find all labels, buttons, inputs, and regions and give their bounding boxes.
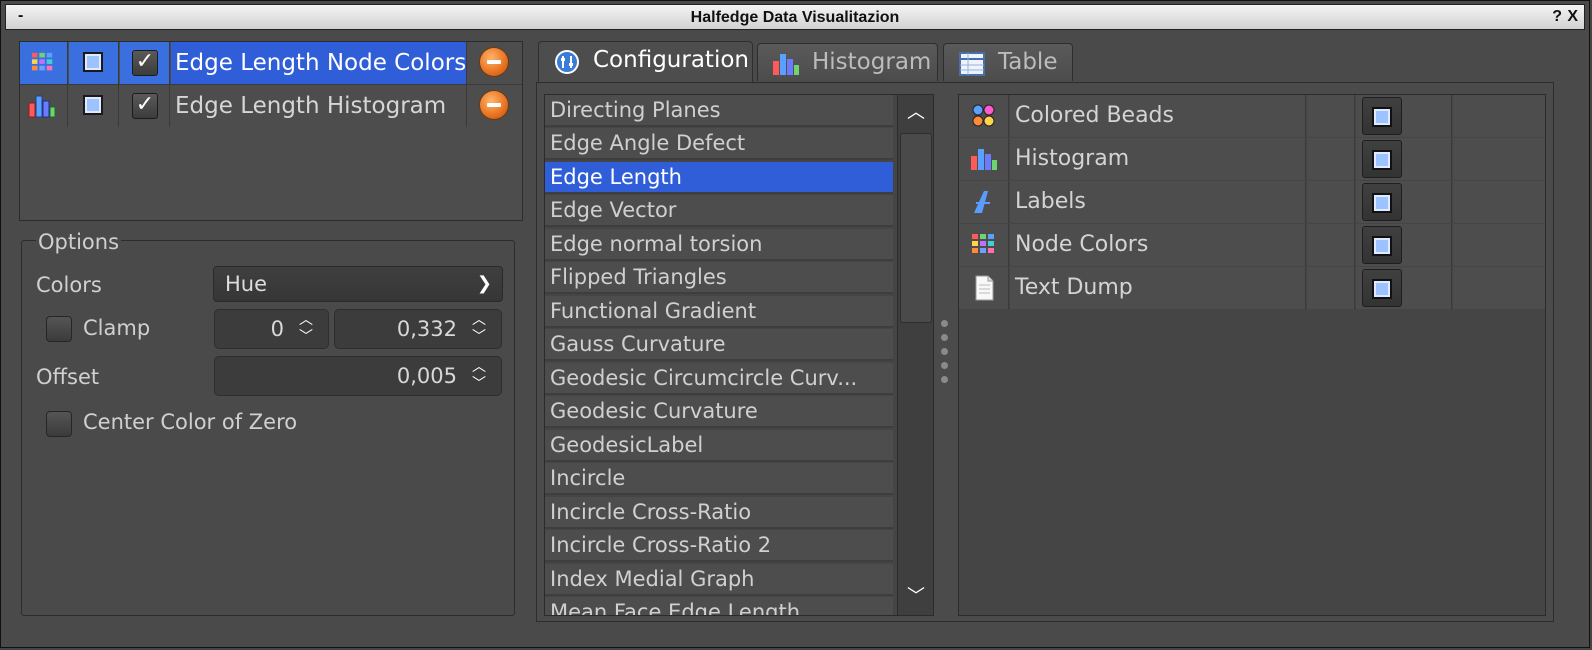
adapter-list-scrollbar[interactable]: ︿ ﹀ bbox=[897, 95, 933, 615]
offset-spinner[interactable]: 0,005 ︿ ﹀ bbox=[214, 356, 502, 396]
layer-visibility-toggle[interactable] bbox=[69, 85, 119, 127]
layer-enabled-checkbox[interactable]: ✓ bbox=[132, 93, 158, 119]
clamp-max-spinner[interactable]: 0,332 ︿ ﹀ bbox=[334, 309, 502, 349]
labels-icon bbox=[974, 191, 990, 213]
visualizer-name: Text Dump bbox=[1010, 267, 1306, 309]
list-item[interactable]: Incircle Cross-Ratio bbox=[545, 497, 893, 529]
visualizer-name: Histogram bbox=[1010, 138, 1306, 180]
table-row[interactable]: Text Dump bbox=[959, 267, 1545, 309]
add-visualizer-button[interactable] bbox=[1362, 269, 1402, 307]
histogram-icon bbox=[971, 149, 997, 170]
list-item[interactable]: Directing Planes bbox=[545, 95, 893, 127]
split-pane-handle[interactable] bbox=[940, 320, 950, 390]
list-item[interactable]: Index Medial Graph bbox=[545, 564, 893, 596]
clamp-checkbox[interactable] bbox=[46, 316, 72, 342]
toggle-square-icon bbox=[83, 52, 103, 72]
layer-visibility-toggle[interactable] bbox=[69, 42, 119, 84]
layer-name[interactable]: Edge Length Histogram bbox=[171, 85, 467, 127]
visualization-layer-list: ✓ Edge Length Node Colors ✓ Edge Length … bbox=[19, 41, 523, 221]
adapter-list[interactable]: Directing Planes Edge Angle Defect Edge … bbox=[544, 94, 934, 616]
scroll-down-icon[interactable]: ﹀ bbox=[898, 579, 933, 615]
spin-down-icon[interactable]: ﹀ bbox=[292, 329, 320, 346]
tab-histogram[interactable]: Histogram bbox=[757, 43, 938, 81]
layer-row[interactable]: ✓ Edge Length Node Colors bbox=[20, 42, 522, 84]
node-colors-icon bbox=[972, 234, 994, 253]
add-visualizer-button[interactable] bbox=[1362, 183, 1402, 221]
center-zero-label: Center Color of Zero bbox=[83, 410, 298, 434]
clamp-max-value: 0,332 bbox=[396, 317, 457, 341]
spin-up-icon[interactable]: ︿ bbox=[465, 312, 493, 329]
list-item[interactable]: Geodesic Circumcircle Curv... bbox=[545, 363, 893, 395]
histogram-icon bbox=[773, 54, 799, 75]
close-button[interactable]: X bbox=[1567, 8, 1578, 26]
help-button[interactable]: ? bbox=[1552, 8, 1562, 26]
toggle-square-icon bbox=[1372, 150, 1392, 170]
spin-down-icon[interactable]: ﹀ bbox=[465, 376, 493, 393]
scroll-up-icon[interactable]: ︿ bbox=[898, 95, 933, 131]
colors-label: Colors bbox=[36, 273, 102, 297]
add-visualizer-button[interactable] bbox=[1362, 140, 1402, 178]
toggle-square-icon bbox=[83, 95, 103, 115]
colors-select[interactable]: Hue ❯ bbox=[213, 266, 503, 302]
remove-layer-button[interactable] bbox=[480, 48, 508, 76]
table-row[interactable]: Node Colors bbox=[959, 224, 1545, 266]
center-zero-checkbox[interactable] bbox=[46, 411, 72, 437]
node-colors-icon bbox=[31, 52, 53, 71]
scrollbar-thumb[interactable] bbox=[900, 133, 932, 323]
clamp-min-value: 0 bbox=[270, 317, 284, 341]
list-item[interactable]: Functional Gradient bbox=[545, 296, 893, 328]
histogram-icon bbox=[28, 95, 56, 118]
colors-select-value: Hue bbox=[225, 272, 268, 296]
add-visualizer-button[interactable] bbox=[1362, 226, 1402, 264]
add-visualizer-button[interactable] bbox=[1362, 97, 1402, 135]
list-item[interactable]: Edge Vector bbox=[545, 195, 893, 227]
list-item[interactable]: Geodesic Curvature bbox=[545, 396, 893, 428]
list-item-selected[interactable]: Edge Length bbox=[545, 162, 893, 194]
configuration-icon bbox=[555, 50, 579, 74]
toggle-square-icon bbox=[1372, 279, 1392, 299]
remove-layer-button[interactable] bbox=[480, 91, 508, 119]
visualizer-table: Colored Beads Histogram Labels Node Colo… bbox=[958, 94, 1546, 616]
visualizer-name: Node Colors bbox=[1010, 224, 1306, 266]
list-item[interactable]: Gauss Curvature bbox=[545, 329, 893, 361]
list-item[interactable]: GeodesicLabel bbox=[545, 430, 893, 462]
list-item[interactable]: Incircle Cross-Ratio 2 bbox=[545, 530, 893, 562]
chevron-down-icon: ❯ bbox=[476, 273, 492, 294]
options-title: Options bbox=[36, 230, 122, 254]
table-row[interactable]: Labels bbox=[959, 181, 1545, 223]
tab-configuration[interactable]: Configuration bbox=[538, 41, 753, 83]
list-item[interactable]: Incircle bbox=[545, 463, 893, 495]
layer-row[interactable]: ✓ Edge Length Histogram bbox=[20, 85, 522, 127]
tab-table[interactable]: Table bbox=[943, 43, 1073, 81]
clamp-label: Clamp bbox=[83, 316, 151, 340]
table-icon bbox=[959, 52, 985, 76]
spin-down-icon[interactable]: ﹀ bbox=[465, 329, 493, 346]
table-row[interactable]: Colored Beads bbox=[959, 95, 1545, 137]
list-item[interactable]: Flipped Triangles bbox=[545, 262, 893, 294]
toggle-square-icon bbox=[1372, 193, 1392, 213]
toggle-square-icon bbox=[1372, 236, 1392, 256]
toggle-square-icon bbox=[1372, 107, 1392, 127]
clamp-min-spinner[interactable]: 0 ︿ ﹀ bbox=[214, 309, 329, 349]
layer-enabled-checkbox[interactable]: ✓ bbox=[132, 50, 158, 76]
title-bar[interactable]: - Halfedge Data Visualitazion ? X bbox=[5, 4, 1585, 30]
offset-value: 0,005 bbox=[396, 364, 457, 388]
list-item[interactable]: Mean Face Edge Length bbox=[545, 597, 893, 615]
window-title: Halfedge Data Visualitazion bbox=[690, 9, 900, 26]
layer-name[interactable]: Edge Length Node Colors bbox=[171, 42, 467, 84]
colored-beads-icon bbox=[972, 104, 995, 127]
text-dump-icon bbox=[975, 275, 994, 301]
visualizer-name: Colored Beads bbox=[1010, 95, 1306, 137]
list-item[interactable]: Edge normal torsion bbox=[545, 229, 893, 261]
list-item[interactable]: Edge Angle Defect bbox=[545, 128, 893, 160]
spin-up-icon[interactable]: ︿ bbox=[465, 359, 493, 376]
visualizer-name: Labels bbox=[1010, 181, 1306, 223]
table-row[interactable]: Histogram bbox=[959, 138, 1545, 180]
spin-up-icon[interactable]: ︿ bbox=[292, 312, 320, 329]
offset-label: Offset bbox=[36, 365, 100, 389]
